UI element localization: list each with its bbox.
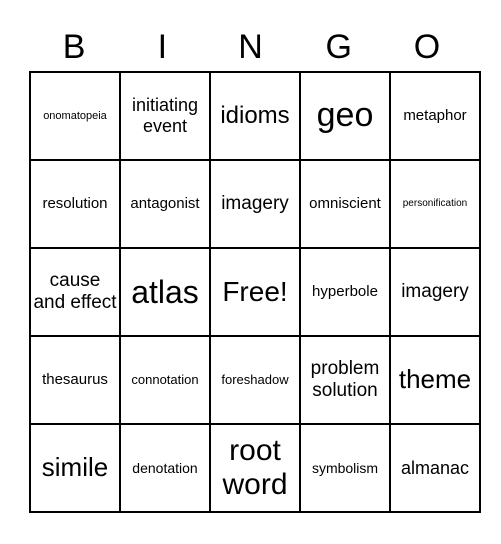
bingo-cell[interactable]: resolution bbox=[29, 159, 121, 249]
free-cell[interactable]: Free! bbox=[209, 247, 301, 337]
bingo-header: B I N G O bbox=[30, 26, 471, 68]
header-letter-g: G bbox=[325, 28, 352, 66]
bingo-cell[interactable]: simile bbox=[29, 423, 121, 513]
grid-row: resolution antagonist imagery omniscient per… bbox=[29, 159, 481, 249]
bingo-cell[interactable]: foreshadow bbox=[209, 335, 301, 425]
bingo-cell[interactable]: antagonist bbox=[119, 159, 211, 249]
bingo-cell[interactable]: almanac bbox=[389, 423, 481, 513]
grid-row: thesaurus connotation foreshadow problem so… bbox=[29, 335, 481, 425]
bingo-grid: onomatopeia initiating event idioms geo meta… bbox=[29, 71, 481, 513]
bingo-cell[interactable]: root word bbox=[209, 423, 301, 513]
bingo-cell[interactable]: initiating event bbox=[119, 71, 211, 161]
bingo-cell[interactable]: onomatopeia bbox=[29, 71, 121, 161]
bingo-cell[interactable]: hyperbole bbox=[299, 247, 391, 337]
bingo-cell[interactable]: personification bbox=[389, 159, 481, 249]
header-letter-b: B bbox=[62, 28, 86, 66]
bingo-cell[interactable]: thesaurus bbox=[29, 335, 121, 425]
bingo-cell[interactable]: connotation bbox=[119, 335, 211, 425]
bingo-cell[interactable]: omniscient bbox=[299, 159, 391, 249]
header-letter-i: I bbox=[157, 28, 168, 66]
bingo-cell[interactable]: cause and effect bbox=[29, 247, 121, 337]
bingo-cell[interactable]: imagery bbox=[389, 247, 481, 337]
grid-row: simile denotation root word symbolism almana… bbox=[29, 423, 481, 513]
bingo-cell[interactable]: theme bbox=[389, 335, 481, 425]
bingo-cell[interactable]: geo bbox=[299, 71, 391, 161]
bingo-cell[interactable]: idioms bbox=[209, 71, 301, 161]
grid-row: onomatopeia initiating event idioms geo meta… bbox=[29, 71, 481, 161]
bingo-cell[interactable]: metaphor bbox=[389, 71, 481, 161]
bingo-cell[interactable]: atlas bbox=[119, 247, 211, 337]
bingo-cell[interactable]: imagery bbox=[209, 159, 301, 249]
grid-row: cause and effect atlas Free! hyperbole image… bbox=[29, 247, 481, 337]
bingo-cell[interactable]: symbolism bbox=[299, 423, 391, 513]
bingo-cell[interactable]: denotation bbox=[119, 423, 211, 513]
header-letter-n: N bbox=[238, 28, 263, 66]
header-letter-o: O bbox=[413, 28, 441, 66]
bingo-cell[interactable]: problem solution bbox=[299, 335, 391, 425]
